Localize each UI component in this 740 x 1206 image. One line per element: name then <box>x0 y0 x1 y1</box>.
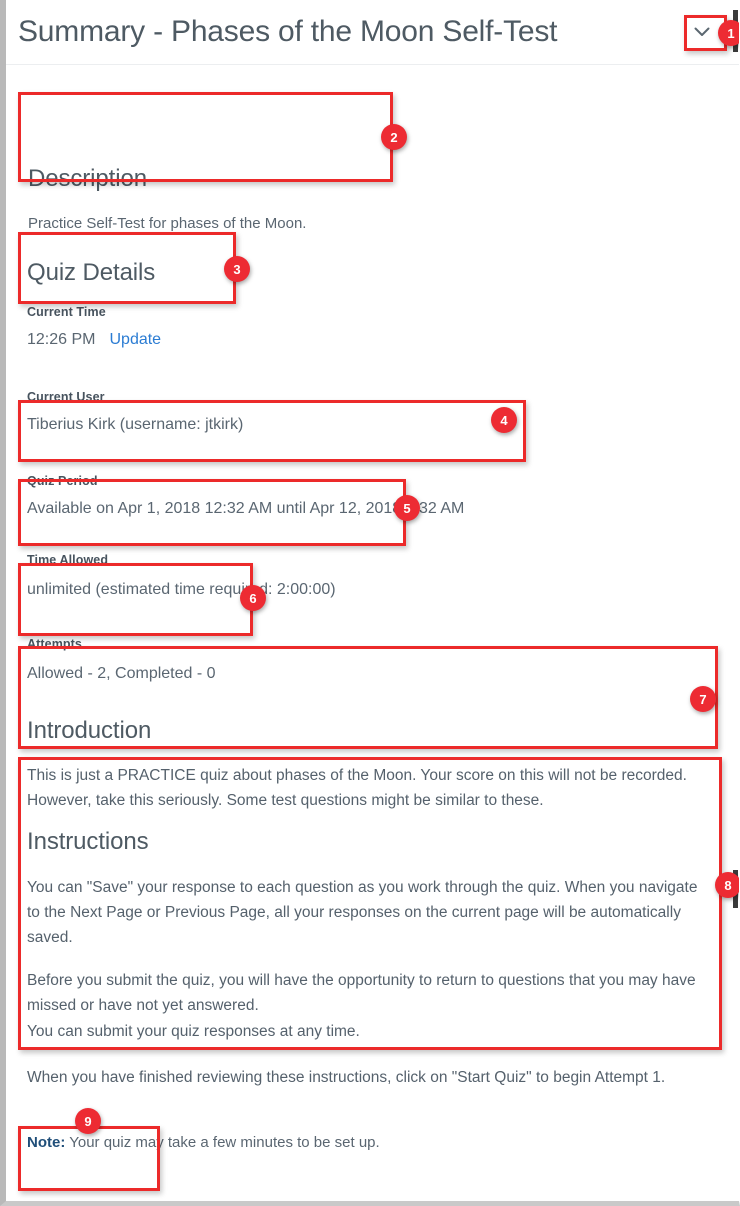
introduction-section: Introduction This is just a PRACTICE qui… <box>27 717 707 813</box>
current-user-value: Tiberius Kirk (username: jtkirk) <box>27 416 244 433</box>
current-user-label: Current User <box>27 390 105 404</box>
time-allowed-field: Time Allowed unlimited (estimated time r… <box>27 553 336 599</box>
note-prefix: Note: <box>27 1134 66 1151</box>
instructions-paragraph-1: You can "Save" your response to each que… <box>27 879 698 947</box>
annotation-badge-2: 2 <box>381 124 407 150</box>
page-title: Summary - Phases of the Moon Self-Test <box>18 15 558 48</box>
quiz-period-field: Quiz Period Available on Apr 1, 2018 12:… <box>27 474 464 518</box>
current-user-field: Current User Tiberius Kirk (username: jt… <box>27 390 243 434</box>
attempts-label: Attempts <box>27 637 82 651</box>
description-section: Description Practice Self-Test for phase… <box>28 165 306 235</box>
instructions-paragraph-4: When you have finished reviewing these i… <box>27 1068 666 1086</box>
description-text: Practice Self-Test for phases of the Moo… <box>28 215 307 232</box>
annotation-badge-4: 4 <box>491 407 517 433</box>
instructions-paragraph-2: Before you submit the quiz, you will hav… <box>27 972 696 1015</box>
introduction-heading: Introduction <box>27 717 152 744</box>
page-header: Summary - Phases of the Moon Self-Test <box>6 0 739 65</box>
annotation-badge-9: 9 <box>75 1108 101 1134</box>
setup-note: Note: Your quiz may take a few minutes t… <box>27 1134 380 1151</box>
instructions-heading: Instructions <box>27 828 149 855</box>
scrollbar-thumb[interactable] <box>733 870 738 908</box>
current-time-value: 12:26 PM <box>27 331 96 348</box>
time-allowed-label: Time Allowed <box>27 553 109 567</box>
scrollbar-thumb-top[interactable] <box>733 10 738 52</box>
introduction-text: This is just a PRACTICE quiz about phase… <box>27 767 687 810</box>
annotation-badge-7: 7 <box>690 686 716 712</box>
time-allowed-value: unlimited (estimated time required: 2:00… <box>27 581 336 598</box>
instructions-section: Instructions You can "Save" your respons… <box>27 828 712 1090</box>
annotation-badge-3: 3 <box>224 256 250 282</box>
quiz-details-heading: Quiz Details <box>27 259 156 286</box>
attempts-field: Attempts Allowed - 2, Completed - 0 <box>27 637 216 683</box>
current-time-field: Current Time 12:26 PM Update <box>27 305 161 349</box>
quiz-period-label: Quiz Period <box>27 474 98 488</box>
update-time-link[interactable]: Update <box>109 331 161 349</box>
quiz-summary-page: Summary - Phases of the Moon Self-Test D… <box>0 0 740 1206</box>
instructions-paragraph-3: You can submit your quiz responses at an… <box>27 1022 360 1040</box>
attempts-value: Allowed - 2, Completed - 0 <box>27 665 216 682</box>
current-time-label: Current Time <box>27 305 106 319</box>
note-text: Your quiz may take a few minutes to be s… <box>65 1134 380 1151</box>
quiz-period-value: Available on Apr 1, 2018 12:32 AM until … <box>27 500 465 517</box>
description-heading: Description <box>28 165 147 192</box>
chevron-down-icon[interactable] <box>685 18 719 46</box>
